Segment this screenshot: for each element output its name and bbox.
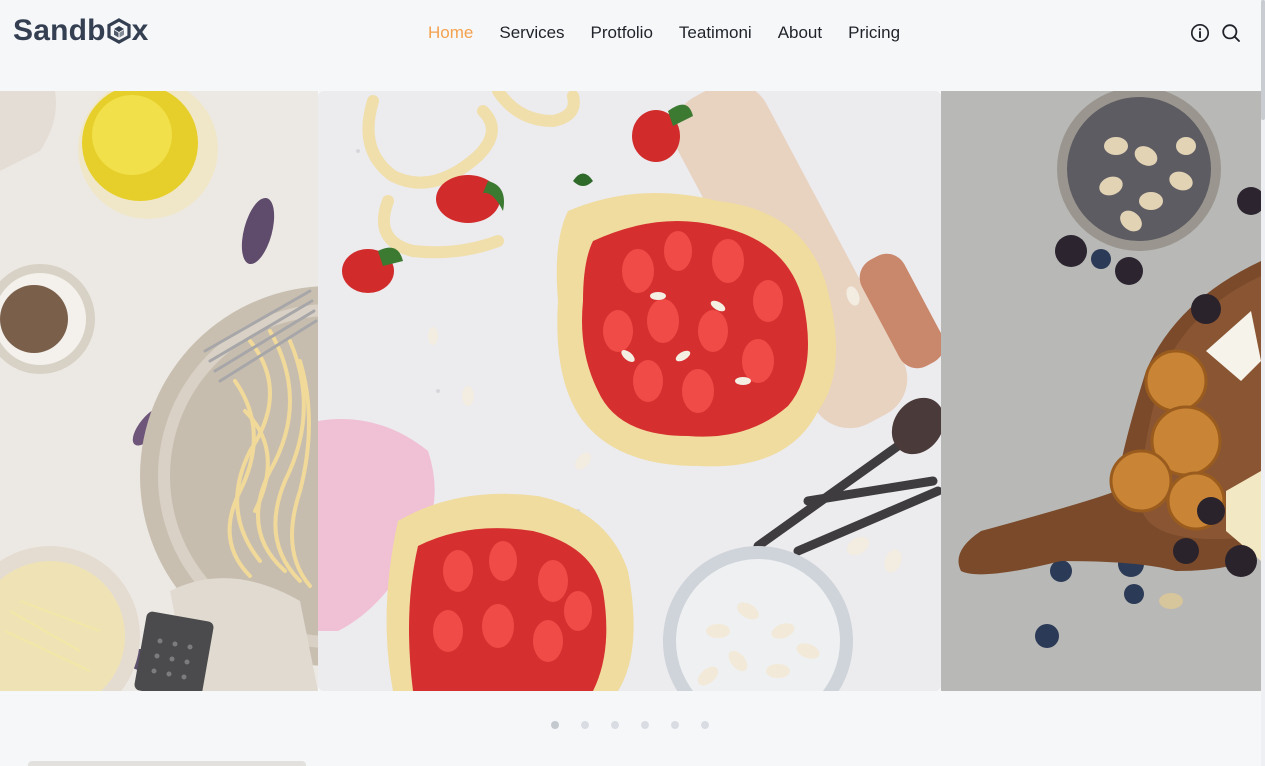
nav-item-pricing[interactable]: Pricing <box>848 23 900 43</box>
main-nav: Home Services Protfolio Teatimoni About … <box>428 23 926 43</box>
page-scrollbar[interactable] <box>1261 0 1265 766</box>
slide-pasta-image[interactable] <box>0 91 318 691</box>
slider-dot[interactable] <box>671 721 679 729</box>
logo-cube-icon <box>107 18 131 44</box>
info-icon[interactable] <box>1190 23 1210 43</box>
scrollbar-thumb[interactable] <box>1261 0 1265 120</box>
slider-dot[interactable] <box>581 721 589 729</box>
slider-dot[interactable] <box>551 721 559 729</box>
slide-cheese-board-image[interactable] <box>941 91 1261 691</box>
site-logo[interactable]: Sandb x <box>13 14 149 48</box>
image-slider[interactable] <box>0 91 1261 691</box>
site-header: Sandb x Home Services Protfolio Teatimon… <box>0 0 1265 68</box>
slide-galette-image[interactable] <box>318 91 941 691</box>
logo-text-suffix: x <box>131 14 149 47</box>
nav-item-about[interactable]: About <box>778 23 822 43</box>
nav-item-testimonials[interactable]: Teatimoni <box>679 23 752 43</box>
logo-text-prefix: Sandb <box>13 14 106 47</box>
slider-dot[interactable] <box>641 721 649 729</box>
nav-item-services[interactable]: Services <box>499 23 564 43</box>
slider-pagination <box>551 721 709 729</box>
nav-item-portfolio[interactable]: Protfolio <box>591 23 653 43</box>
header-actions <box>1190 23 1241 43</box>
next-section-image-peek <box>28 761 306 766</box>
slider-dot[interactable] <box>611 721 619 729</box>
slider-dot[interactable] <box>701 721 709 729</box>
nav-item-home[interactable]: Home <box>428 23 473 43</box>
search-icon[interactable] <box>1221 23 1241 43</box>
